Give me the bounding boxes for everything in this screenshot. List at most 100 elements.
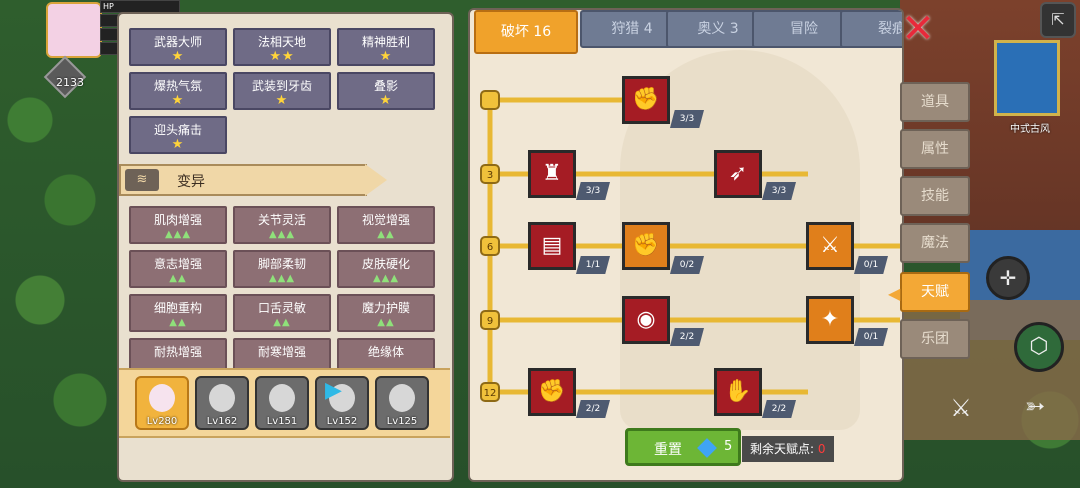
rank-marks: ▲▲ bbox=[273, 317, 291, 328]
skill-name: 迎头痛击 bbox=[153, 123, 202, 137]
compass-icon[interactable]: ✛ bbox=[986, 256, 1030, 300]
node-glyph: ✦ bbox=[820, 307, 840, 332]
bow-icon[interactable]: ➳ bbox=[1010, 384, 1060, 434]
next-arrow-icon[interactable]: ▶ bbox=[325, 378, 342, 403]
node-count: 0/1 bbox=[854, 328, 888, 346]
mutation-cell[interactable]: 视觉增强 ▲▲ bbox=[337, 206, 435, 244]
side-tab-items[interactable]: 道具 bbox=[900, 82, 970, 122]
remaining-label: 剩余天赋点: bbox=[750, 442, 815, 456]
side-tab-attributes[interactable]: 属性 bbox=[900, 129, 970, 169]
mutation-name: 关节灵活 bbox=[257, 213, 306, 227]
reset-button[interactable]: 重置 5 bbox=[625, 428, 741, 466]
rank-marks: ▲▲▲ bbox=[268, 229, 296, 240]
dna-icon: ≋ bbox=[125, 169, 159, 191]
node-count: 3/3 bbox=[762, 182, 796, 200]
hero-portrait[interactable]: Lv152 bbox=[315, 376, 369, 430]
hero-selector: Lv280 Lv162 Lv151 Lv152 Lv125 bbox=[119, 368, 450, 438]
hero-level: Lv162 bbox=[206, 416, 238, 427]
skill-name: 叠影 bbox=[373, 79, 398, 93]
side-tab-magic[interactable]: 魔法 bbox=[900, 223, 970, 263]
node-count: 2/2 bbox=[670, 328, 704, 346]
skill-cell[interactable]: 法相天地 ★★ bbox=[233, 28, 331, 66]
rank-marks: ▲▲▲ bbox=[268, 273, 296, 284]
diamond-icon bbox=[697, 438, 717, 458]
mutation-name: 肌肉增强 bbox=[153, 213, 202, 227]
skill-grid: 武器大师 ★ 法相天地 ★★ 精神胜利 ★ 爆热气氛 ★ 武装到牙齿 ★ 叠影 ★ 迎头痛击… bbox=[129, 28, 435, 154]
mutation-name: 耐寒增强 bbox=[257, 345, 306, 359]
mutation-name: 绝缘体 bbox=[367, 345, 404, 359]
exit-icon[interactable]: ⇱ bbox=[1040, 2, 1076, 38]
mutation-cell[interactable]: 脚部柔韧 ▲▲▲ bbox=[233, 250, 331, 288]
fist-burst-icon[interactable]: ✋ bbox=[714, 368, 762, 416]
fist-icon[interactable]: ✊ bbox=[528, 368, 576, 416]
side-tab-talent[interactable]: 天赋 bbox=[900, 272, 970, 312]
player-avatar[interactable] bbox=[46, 2, 102, 58]
node-count: 2/2 bbox=[576, 400, 610, 418]
rank-marks: ▲▲▲ bbox=[164, 229, 192, 240]
hero-portrait[interactable]: Lv280 bbox=[135, 376, 189, 430]
shockwave-icon[interactable]: ◉ bbox=[622, 296, 670, 344]
mutation-cell[interactable]: 关节灵活 ▲▲▲ bbox=[233, 206, 331, 244]
skill-cell[interactable]: 迎头痛击 ★ bbox=[129, 116, 227, 154]
hero-portrait[interactable]: Lv162 bbox=[195, 376, 249, 430]
skill-cell[interactable]: 精神胜利 ★ bbox=[337, 28, 435, 66]
hero-face bbox=[209, 384, 235, 412]
hero-portrait[interactable]: Lv125 bbox=[375, 376, 429, 430]
level-text: 2133 bbox=[56, 76, 84, 89]
shield-icon[interactable]: ⬡ bbox=[1014, 322, 1064, 372]
card-icon[interactable]: ▤ bbox=[528, 222, 576, 270]
node-count: 3/3 bbox=[670, 110, 704, 128]
mutation-cell[interactable]: 肌肉增强 ▲▲▲ bbox=[129, 206, 227, 244]
reset-cost: 5 bbox=[724, 439, 733, 454]
skill-cell[interactable]: 武装到牙齿 ★ bbox=[233, 72, 331, 110]
hero-level: Lv280 bbox=[146, 416, 178, 427]
mutation-grid: 肌肉增强 ▲▲▲ 关节灵活 ▲▲▲ 视觉增强 ▲▲ 意志增强 ▲▲ 脚部柔韧 ▲▲▲ 皮肤… bbox=[129, 206, 435, 376]
side-tab-skills[interactable]: 技能 bbox=[900, 176, 970, 216]
side-tab-band[interactable]: 乐团 bbox=[900, 319, 970, 359]
node-glyph: ◉ bbox=[636, 307, 656, 332]
hero-face bbox=[149, 384, 175, 412]
hero-portrait[interactable]: Lv151 bbox=[255, 376, 309, 430]
mutation-cell[interactable]: 细胞重构 ▲▲ bbox=[129, 294, 227, 332]
body-icon[interactable]: ♜ bbox=[528, 150, 576, 198]
mutation-cell[interactable]: 魔力护膜 ▲▲ bbox=[337, 294, 435, 332]
skill-cell[interactable]: 叠影 ★ bbox=[337, 72, 435, 110]
node-glyph: ➶ bbox=[728, 161, 748, 186]
arm-wrestle-icon[interactable]: ✊ bbox=[622, 76, 670, 124]
pointer-icon: ◀ bbox=[888, 284, 901, 303]
mutation-name: 耐热增强 bbox=[153, 345, 202, 359]
rank-marks: ▲▲ bbox=[169, 273, 187, 284]
sword-icon[interactable]: ⚔ bbox=[936, 386, 986, 436]
section-header-mutation: ≋ 变异 bbox=[119, 164, 387, 196]
node-glyph: ✊ bbox=[632, 87, 660, 112]
arrow-hit-icon[interactable]: ➶ bbox=[714, 150, 762, 198]
level-marker-start bbox=[480, 90, 500, 110]
skills-panel: 武器大师 ★ 法相天地 ★★ 精神胜利 ★ 爆热气氛 ★ 武装到牙齿 ★ 叠影 ★ 迎头痛击… bbox=[117, 12, 454, 482]
mutation-cell[interactable]: 皮肤硬化 ▲▲▲ bbox=[337, 250, 435, 288]
hero-face bbox=[269, 384, 295, 412]
mutation-name: 视觉增强 bbox=[361, 213, 410, 227]
remaining-points: 剩余天赋点: 0 bbox=[742, 436, 834, 462]
close-icon[interactable]: ✕ bbox=[898, 9, 938, 50]
mutation-name: 魔力护膜 bbox=[361, 301, 410, 315]
star-icon: ★ bbox=[275, 93, 289, 108]
star-icon: ★ bbox=[379, 93, 393, 108]
bat-wing-icon[interactable]: ✦ bbox=[806, 296, 854, 344]
mutation-cell[interactable]: 口舌灵敏 ▲▲ bbox=[233, 294, 331, 332]
skill-cell[interactable]: 武器大师 ★ bbox=[129, 28, 227, 66]
rank-marks: ▲▲▲ bbox=[372, 273, 400, 284]
talent-panel: 破坏 16 狩猎 4 奥义 3 冒险 裂痕 3 6 9 12 ✊ 3/3 ♜ 3… bbox=[468, 8, 904, 482]
rank-marks: ▲▲ bbox=[377, 229, 395, 240]
level-marker: 6 bbox=[480, 236, 500, 256]
sword-strike-icon[interactable]: ⚔ bbox=[806, 222, 854, 270]
mutation-name: 口舌灵敏 bbox=[257, 301, 306, 315]
node-glyph: ✊ bbox=[632, 233, 660, 258]
mutation-cell[interactable]: 意志增强 ▲▲ bbox=[129, 250, 227, 288]
skill-cell[interactable]: 爆热气氛 ★ bbox=[129, 72, 227, 110]
hero-level: Lv151 bbox=[266, 416, 298, 427]
punch-icon[interactable]: ✊ bbox=[622, 222, 670, 270]
skill-name: 法相天地 bbox=[257, 35, 306, 49]
node-glyph: ✊ bbox=[538, 379, 566, 404]
mutation-name: 脚部柔韧 bbox=[257, 257, 306, 271]
skill-name: 精神胜利 bbox=[361, 35, 410, 49]
